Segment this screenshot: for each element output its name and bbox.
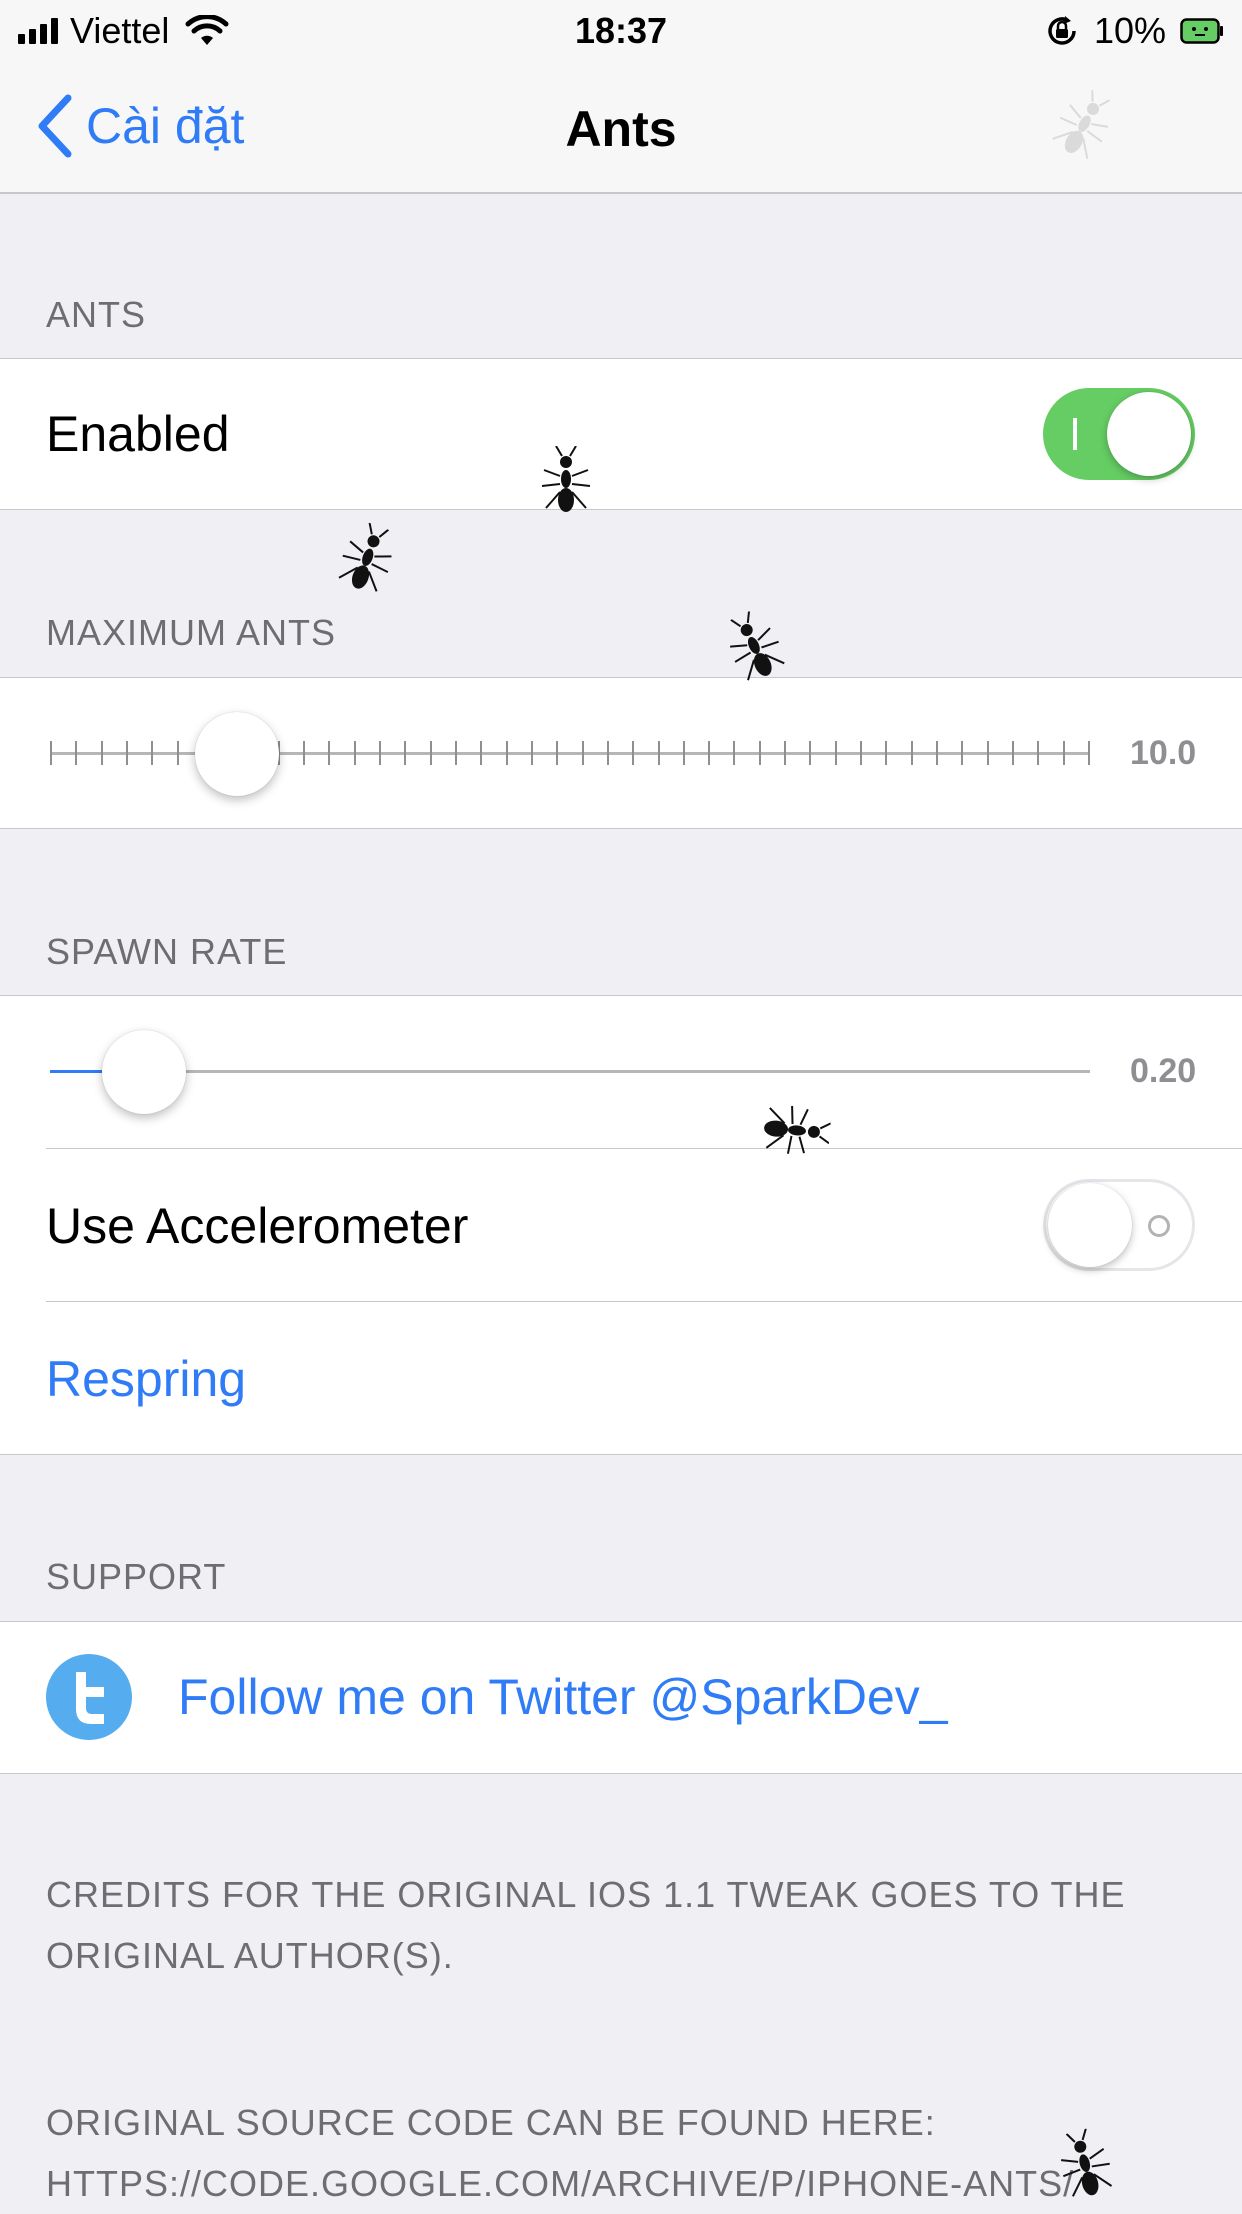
battery-icon <box>1180 18 1223 44</box>
spawn-rate-slider-knob[interactable] <box>101 1030 186 1114</box>
slider-tick <box>404 741 407 765</box>
slider-tick <box>834 741 837 765</box>
orientation-lock-icon <box>1048 16 1076 45</box>
ant-icon <box>764 1105 832 1154</box>
enabled-toggle[interactable] <box>1043 388 1195 480</box>
twitter-follow-link[interactable]: Follow me on Twitter @SparkDev_ <box>178 1668 948 1726</box>
slider-tick <box>657 741 660 765</box>
slider-tick <box>480 741 483 765</box>
toggle-knob <box>1048 1183 1132 1267</box>
slider-tick <box>1087 741 1090 765</box>
section-header-support: SUPPORT <box>46 1556 227 1597</box>
toggle-knob <box>1107 392 1191 476</box>
slider-tick <box>758 741 761 765</box>
twitter-t-glyph <box>76 1672 104 1724</box>
slider-tick <box>50 741 52 765</box>
slider-tick <box>581 741 584 765</box>
spawn-rate-track <box>50 1070 1090 1073</box>
twitter-bird-icon <box>46 1654 132 1740</box>
accelerometer-label: Use Accelerometer <box>46 1198 469 1254</box>
slider-tick <box>1037 741 1040 765</box>
spawn-rate-value: 0.20 <box>1130 1052 1196 1090</box>
slider-tick <box>505 741 508 765</box>
group-spawn-rate: 0.20 Use Accelerometer Respring <box>0 995 1242 1455</box>
battery-percent: 10% <box>1093 10 1166 51</box>
slider-tick <box>303 741 306 765</box>
slider-tick <box>100 741 103 765</box>
toggle-off-indicator <box>1148 1215 1170 1237</box>
credits-footer: CREDITS FOR THE ORIGINAL IOS 1.1 TWEAK G… <box>46 1874 1126 1976</box>
slider-tick <box>1062 741 1065 765</box>
spawn-rate-slider-row: 0.20 <box>0 996 1242 1148</box>
slider-tick <box>784 741 787 765</box>
slider-tick <box>556 741 559 765</box>
slider-tick <box>935 741 938 765</box>
respring-button[interactable]: Respring <box>46 1350 246 1408</box>
slider-tick <box>455 741 457 765</box>
slider-tick <box>530 741 533 765</box>
slider-tick <box>708 741 711 765</box>
max-ants-slider-knob[interactable] <box>195 712 280 796</box>
slider-tick <box>176 741 179 765</box>
slider-tick <box>809 741 812 765</box>
slider-tick <box>151 741 154 765</box>
slider-tick <box>1011 741 1014 765</box>
slider-tick <box>353 741 356 765</box>
slider-tick <box>429 741 432 765</box>
group-ants: Enabled <box>0 358 1242 510</box>
slider-tick <box>606 741 609 765</box>
toggle-on-indicator <box>1073 418 1077 450</box>
section-header-spawn-rate: SPAWN RATE <box>46 931 288 972</box>
source-footer: ORIGINAL SOURCE CODE CAN BE FOUND HERE: … <box>46 2102 1075 2204</box>
max-ants-value: 10.0 <box>1130 734 1196 772</box>
slider-tick <box>125 741 128 765</box>
group-support: Follow me on Twitter @SparkDev_ <box>0 1621 1242 1774</box>
ant-icon <box>541 446 591 512</box>
slider-tick <box>328 741 331 765</box>
slider-tick <box>986 741 989 765</box>
slider-tick <box>733 741 736 765</box>
ant-icon <box>338 522 392 592</box>
section-header-ants: ANTS <box>46 294 147 335</box>
slider-tick <box>910 741 913 765</box>
status-bar: Viettel 18:37 10% <box>0 0 1242 62</box>
section-header-maximum-ants: MAXIMUM ANTS <box>46 612 337 653</box>
slider-tick <box>860 741 862 765</box>
slider-tick <box>961 741 964 765</box>
slider-tick <box>682 741 685 765</box>
slider-tick <box>885 741 888 765</box>
slider-tick <box>75 741 78 765</box>
slider-tick <box>379 741 382 765</box>
status-bar-right: 10% <box>1044 10 1224 52</box>
accelerometer-row: Use Accelerometer <box>0 1149 1242 1301</box>
enabled-label: Enabled <box>46 406 230 462</box>
group-maximum-ants: 10.0 <box>0 677 1242 829</box>
accelerometer-toggle[interactable] <box>1043 1179 1195 1271</box>
respring-row[interactable]: Respring <box>0 1302 1242 1454</box>
slider-tick <box>632 741 635 765</box>
